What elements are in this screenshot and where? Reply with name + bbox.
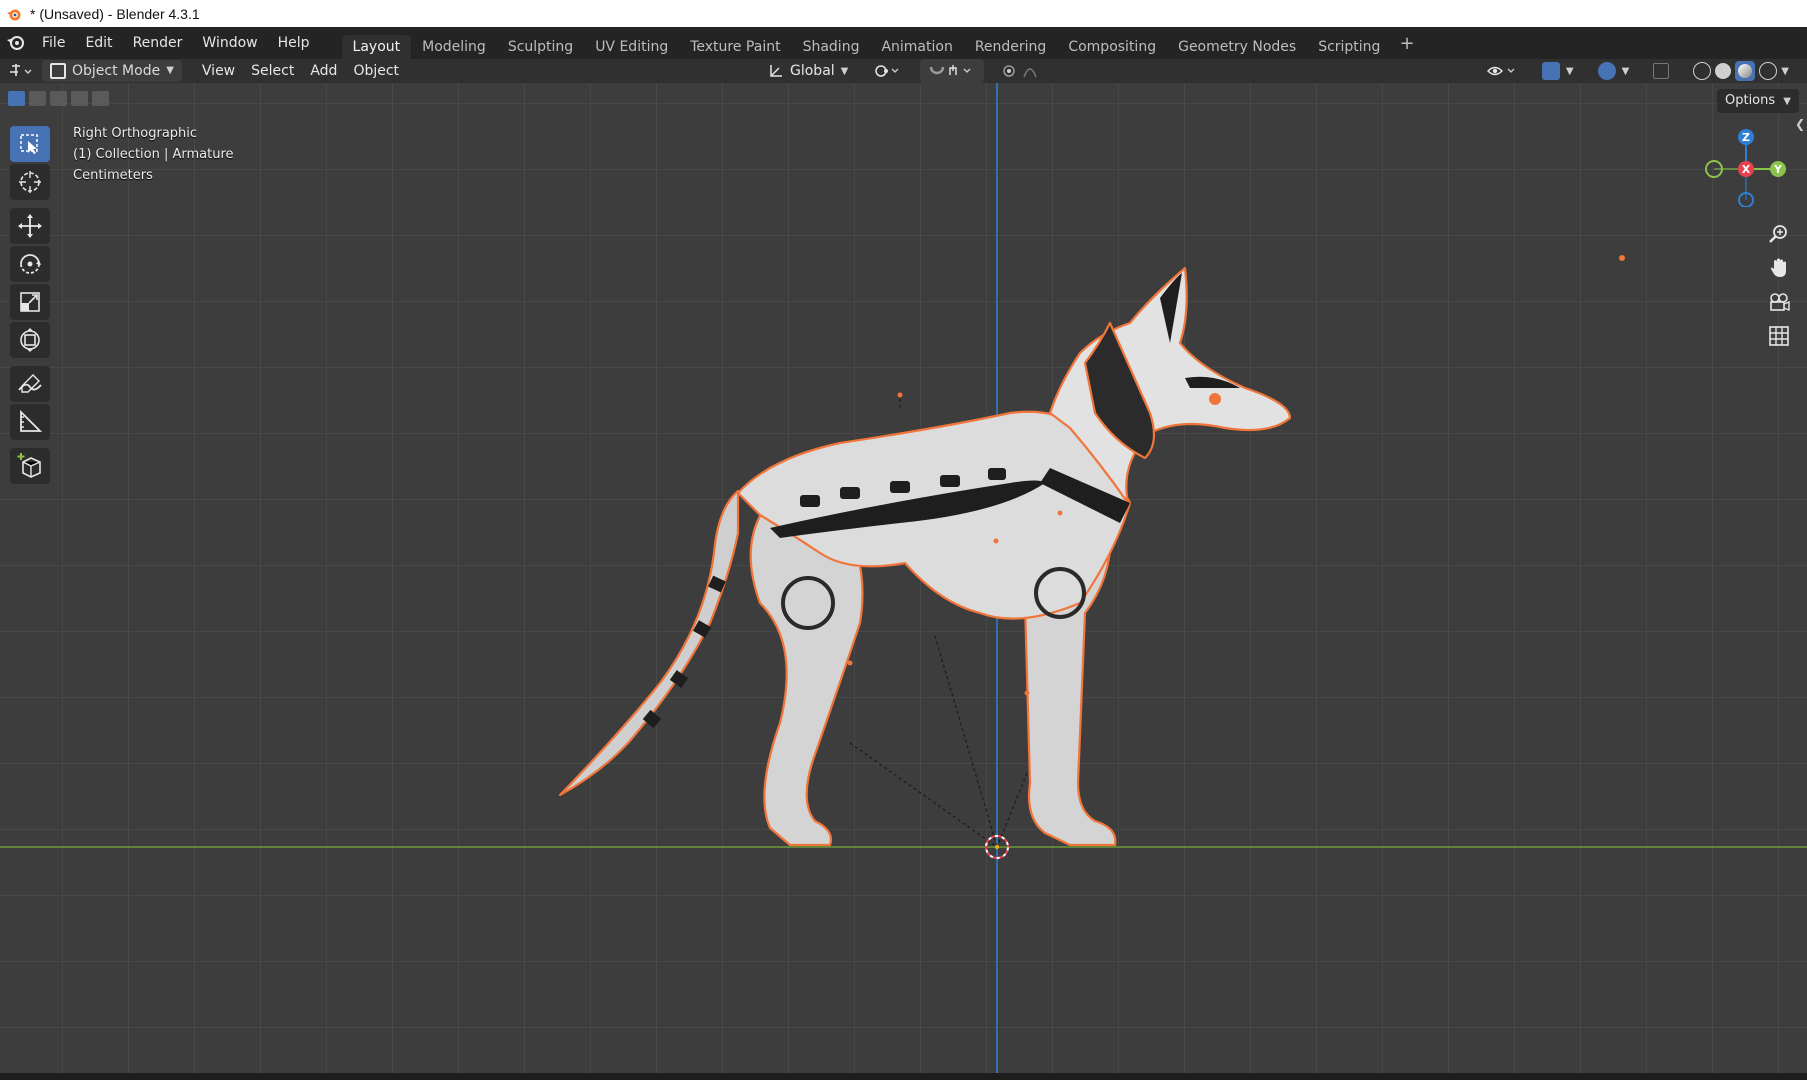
shading-modes: ▼ (1685, 59, 1797, 83)
menu-edit[interactable]: Edit (75, 27, 122, 59)
chevron-down-icon: ▼ (1621, 65, 1630, 77)
add-workspace-icon[interactable]: + (1391, 33, 1422, 54)
tab-scripting[interactable]: Scripting (1307, 35, 1391, 59)
editor-type-button[interactable] (0, 59, 42, 83)
3d-viewport[interactable]: Right Orthographic (1) Collection | Arma… (0, 83, 1807, 1073)
window-titlebar: * (Unsaved) - Blender 4.3.1 (0, 0, 1807, 27)
top-bar: File Edit Render Window Help Layout Mode… (0, 27, 1807, 59)
pivot-icon (875, 65, 899, 77)
tab-shading[interactable]: Shading (792, 35, 871, 59)
wireframe-shading-icon[interactable] (1693, 62, 1712, 80)
tab-animation[interactable]: Animation (870, 35, 963, 59)
gizmo-icon (1541, 62, 1560, 80)
blender-menu-icon[interactable] (0, 35, 32, 51)
mode-label: Object Mode (72, 63, 161, 79)
blender-logo-icon (7, 9, 21, 20)
gizmo-toggle-button[interactable]: ▼ (1534, 59, 1582, 83)
tab-layout[interactable]: Layout (341, 35, 412, 59)
status-bar (0, 1073, 1807, 1080)
transform-orientation-icon (770, 65, 782, 77)
proportional-edit-icon (1003, 65, 1038, 78)
header-menu-object[interactable]: Object (345, 59, 407, 83)
orientation-dropdown[interactable]: Global ▼ (760, 59, 856, 83)
overlays-toggle-button[interactable]: ▼ (1590, 59, 1638, 83)
header-menu-add[interactable]: Add (302, 59, 345, 83)
tab-geometry-nodes[interactable]: Geometry Nodes (1167, 35, 1307, 59)
tab-sculpting[interactable]: Sculpting (497, 35, 584, 59)
solid-shading-icon[interactable] (1715, 63, 1732, 79)
pivot-point-button[interactable] (866, 59, 910, 83)
snap-button[interactable] (920, 59, 985, 83)
scene-canvas (0, 83, 1807, 1073)
window-title: * (Unsaved) - Blender 4.3.1 (30, 5, 200, 22)
tab-compositing[interactable]: Compositing (1057, 35, 1167, 59)
tab-uv-editing[interactable]: UV Editing (584, 35, 679, 59)
menu-render[interactable]: Render (123, 27, 193, 59)
proportional-edit-button[interactable] (994, 59, 1060, 83)
orientation-label: Global (790, 63, 835, 79)
editor-type-icon (10, 64, 32, 76)
xray-toggle-button[interactable] (1645, 59, 1677, 83)
viewport-header: Object Mode ▼ View Select Add Object Glo… (0, 59, 1807, 83)
dog-eye (1209, 393, 1221, 405)
menu-window[interactable]: Window (192, 27, 267, 59)
header-menu-select[interactable]: Select (243, 59, 302, 83)
overlays-icon (1597, 62, 1616, 80)
object-mode-icon (50, 63, 66, 79)
menu-file[interactable]: File (32, 27, 75, 59)
tab-texture-paint[interactable]: Texture Paint (679, 35, 791, 59)
chevron-down-icon[interactable]: ▼ (1781, 66, 1789, 77)
chevron-down-icon: ▼ (166, 65, 174, 76)
mode-dropdown[interactable]: Object Mode ▼ (42, 60, 182, 82)
rendered-shading-icon[interactable] (1759, 62, 1778, 80)
xray-icon (1653, 63, 1670, 79)
dog-tail (558, 489, 740, 797)
tab-rendering[interactable]: Rendering (964, 35, 1058, 59)
tab-modeling[interactable]: Modeling (411, 35, 497, 59)
chevron-down-icon: ▼ (1565, 65, 1574, 77)
material-shading-icon[interactable] (1735, 61, 1756, 81)
menu-help[interactable]: Help (268, 27, 320, 59)
visibility-button[interactable] (1478, 59, 1526, 83)
chevron-down-icon: ▼ (840, 65, 849, 77)
magnet-icon (930, 65, 971, 75)
eye-icon (1486, 66, 1515, 76)
header-menu-view[interactable]: View (194, 59, 243, 83)
dog-model (558, 266, 1292, 847)
